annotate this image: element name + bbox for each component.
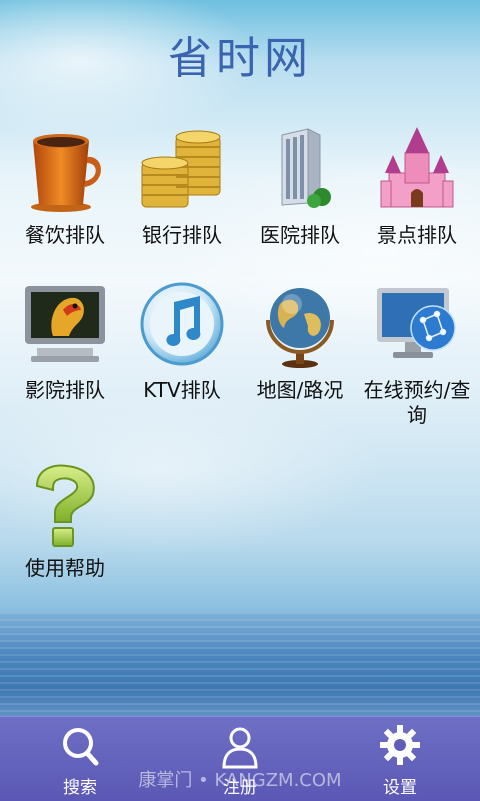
menu-item-label-line2: 询: [407, 403, 427, 427]
menu-item-label: KTV排队: [143, 378, 221, 402]
watermark: 康掌门 • KANGZM.COM: [138, 770, 342, 791]
menu-item-label: 餐饮排队: [25, 223, 105, 247]
search-icon: [63, 728, 99, 766]
hospital-building-icon: [258, 125, 342, 215]
user-icon: [222, 727, 258, 769]
background-waves: [0, 612, 480, 722]
menu-item-label: 银行排队: [142, 223, 222, 247]
gear-icon: [380, 725, 420, 765]
coffee-cup-icon: [23, 125, 107, 215]
menu-item-label: 使用帮助: [25, 556, 105, 580]
menu-item-label: 医院排队: [260, 223, 340, 247]
tv-parrot-icon: [23, 280, 107, 370]
menu-item-label: 在线预约/查: [363, 378, 471, 402]
music-note-icon: [140, 280, 224, 370]
menu-item-label: 影院排队: [25, 378, 105, 402]
question-mark-icon: [23, 462, 107, 552]
monitor-globe-icon: [375, 280, 459, 370]
castle-icon: [375, 125, 459, 215]
globe-icon: [258, 280, 342, 370]
coins-icon: [140, 125, 224, 215]
menu-item-label: 地图/路况: [256, 378, 344, 402]
menu-item-label: 景点排队: [377, 223, 457, 247]
app-title: 省时网: [168, 33, 312, 84]
